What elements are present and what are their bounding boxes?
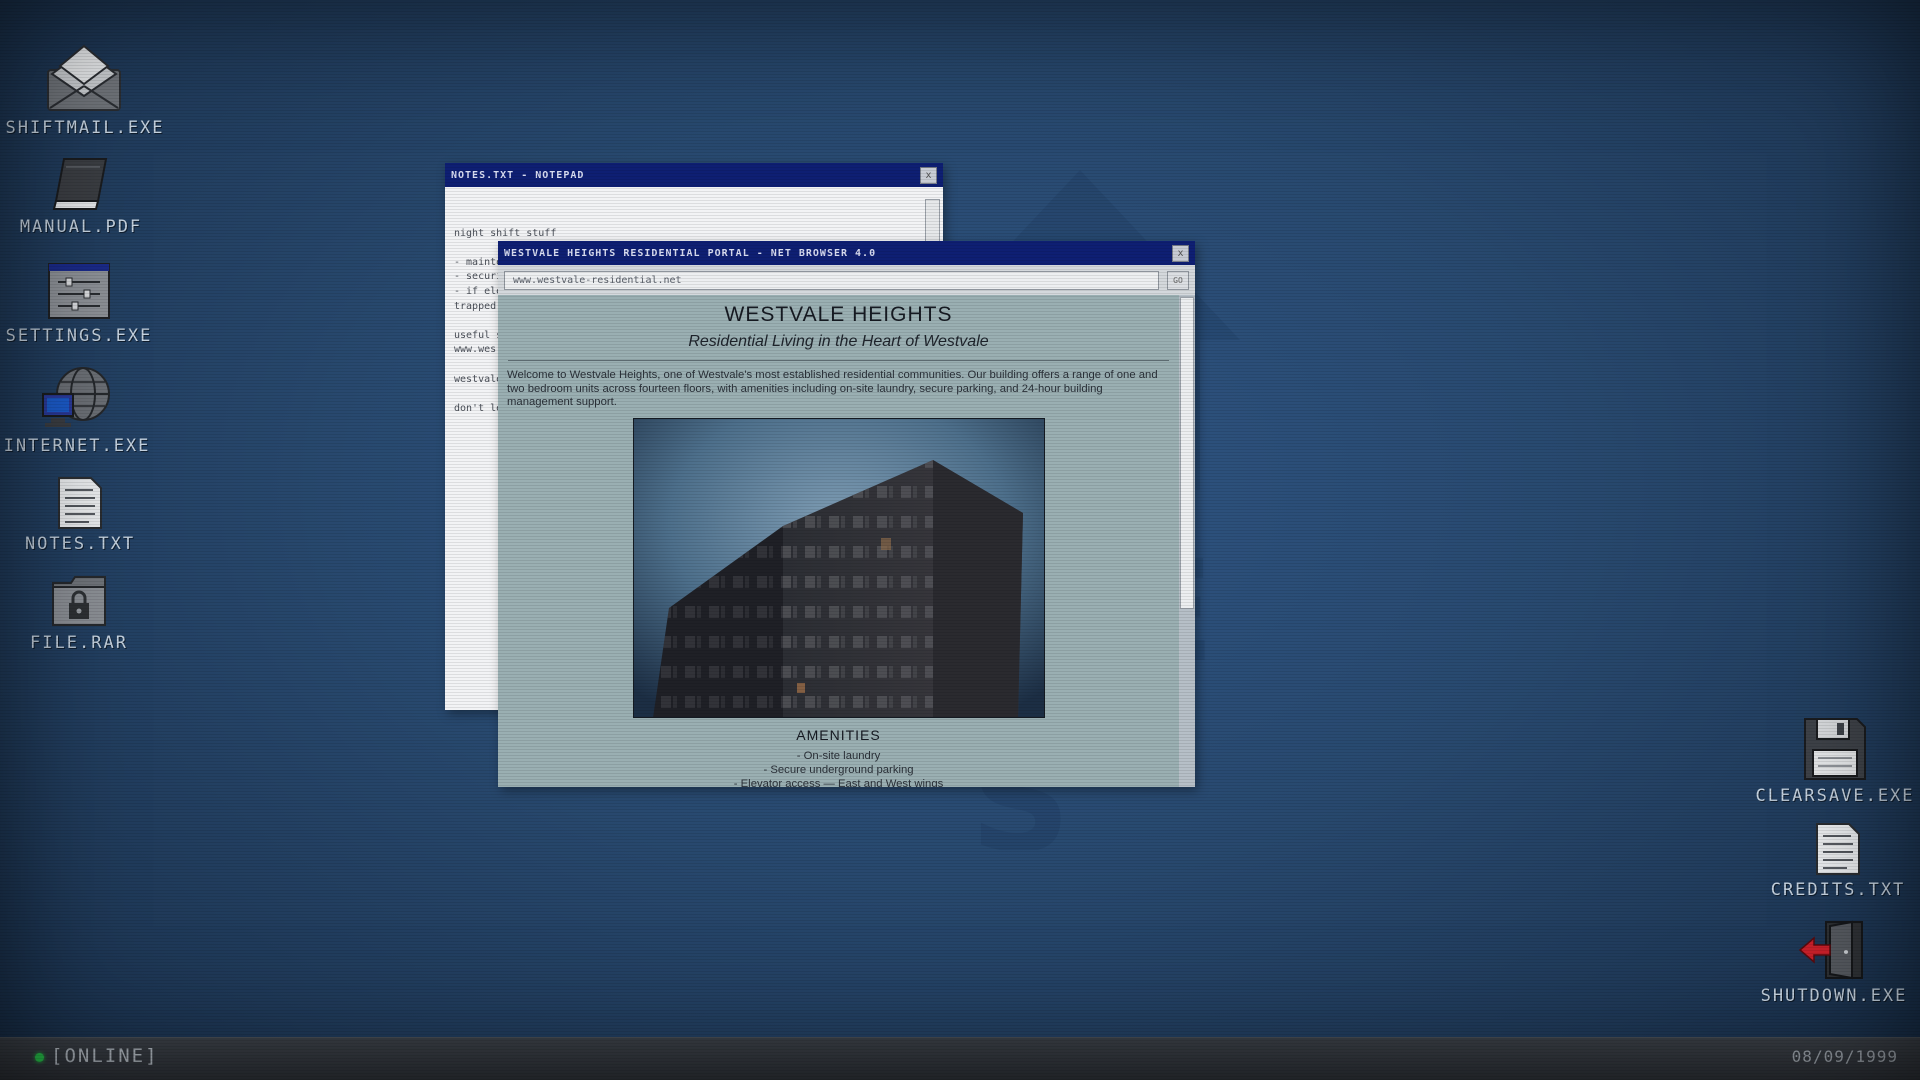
page-divider [508,360,1169,361]
go-button[interactable]: GO [1167,270,1189,290]
building-photo [632,417,1045,718]
desktop-icon-label: INTERNET.EXE [3,436,151,456]
notepad-titlebar[interactable]: NOTES.TXT - NOTEPAD x [445,163,943,187]
address-bar: GO [498,265,1195,295]
browser-window[interactable]: WESTVALE HEIGHTS RESIDENTIAL PORTAL - NE… [498,241,1195,787]
browser-close-button[interactable]: x [1172,244,1189,262]
desktop-icon-shiftmail[interactable]: SHIFTMAIL.EXE [0,40,170,138]
taskbar-date: 08/09/1999 [1791,1047,1898,1066]
locked-folder-icon [52,576,106,626]
amenity-item: - Elevator access — East and West wings [733,777,944,787]
desktop-icon-label: MANUAL.PDF [19,217,143,237]
book-icon [52,158,108,210]
taskbar: [ONLINE] 08/09/1999 [0,1037,1920,1080]
globe-computer-icon [42,367,110,427]
connection-status: [ONLINE] [51,1045,159,1067]
desktop-icon-notes[interactable]: NOTES.TXT [0,476,165,554]
page-heading: WESTVALE HEIGHTS [724,303,953,326]
page-tagline: Residential Living in the Heart of Westv… [688,333,989,350]
exit-door-icon [1798,920,1863,980]
desktop-icon-label: CREDITS.TXT [1770,880,1906,900]
amenities-heading: AMENITIES [796,726,881,743]
desktop-icon-label: SHUTDOWN.EXE [1760,986,1908,1006]
desktop-icon-label: SHIFTMAIL.EXE [5,118,165,138]
floppy-disk-icon [1804,718,1866,780]
notepad-line: - securi [454,271,503,283]
desktop-icon-label: CLEARSAVE.EXE [1755,786,1915,806]
desktop-icon-label: FILE.RAR [30,633,128,653]
page-intro-paragraph: Welcome to Westvale Heights, one of West… [507,369,1158,409]
url-input[interactable] [504,270,1159,290]
notepad-close-button[interactable]: x [920,166,937,184]
desktop-icon-manual[interactable]: MANUAL.PDF [0,155,166,237]
desktop-icon-shutdown[interactable]: SHUTDOWN.EXE [1749,918,1919,1006]
amenity-item: - Secure underground parking [763,763,914,776]
notepad-line: - mainte [454,256,503,268]
desktop: LE S SHIFTMAIL.EXE MANUAL.PDF [0,0,1920,1080]
browser-scrollbar[interactable] [1179,295,1195,787]
browser-scrollbar-thumb[interactable] [1180,297,1194,609]
notepad-line: useful s [454,329,503,341]
document-icon [58,477,102,529]
notepad-title: NOTES.TXT - NOTEPAD [451,169,585,181]
desktop-icon-settings[interactable]: SETTINGS.EXE [0,260,164,346]
desktop-icon-credits[interactable]: CREDITS.TXT [1753,822,1920,900]
notepad-line: www.wes [454,344,497,356]
browser-titlebar[interactable]: WESTVALE HEIGHTS RESIDENTIAL PORTAL - NE… [498,241,1195,265]
mail-icon [47,44,121,111]
document-icon [1816,823,1860,875]
browser-title: WESTVALE HEIGHTS RESIDENTIAL PORTAL - NE… [504,247,877,259]
desktop-icon-clearsave[interactable]: CLEARSAVE.EXE [1750,716,1920,806]
desktop-icon-file-rar[interactable]: FILE.RAR [0,573,164,653]
notepad-line: trapped [454,300,497,312]
web-page-view: WESTVALE HEIGHTS Residential Living in t… [498,295,1179,787]
notepad-line: night shift stuff [454,227,557,239]
online-status-dot-icon [35,1053,44,1062]
notepad-line: don't le [454,402,503,414]
amenity-item: - On-site laundry [796,749,881,762]
amenities-list: - On-site laundry - Secure underground p… [498,749,1179,787]
notepad-line: westvale [454,373,503,385]
desktop-icon-label: SETTINGS.EXE [5,326,153,346]
settings-icon [48,263,110,319]
desktop-icon-internet[interactable]: INTERNET.EXE [0,364,162,456]
desktop-icon-label: NOTES.TXT [24,534,136,554]
